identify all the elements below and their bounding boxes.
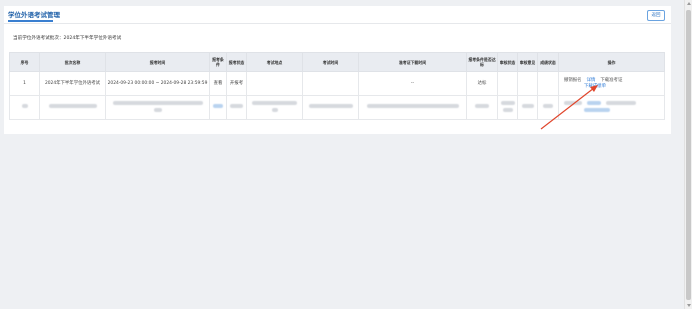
column-header: 报考条件	[209, 52, 227, 72]
audit-opinion-cell	[517, 71, 538, 96]
table-header-row: 序号 批次名称 报考时间 报考条件 报考状态 考试地点 考试时间 准考证下载时间…	[9, 52, 665, 72]
exam-table: 序号 批次名称 报考时间 报考条件 报考状态 考试地点 考试时间 准考证下载时间…	[9, 52, 665, 120]
row-index: 1	[9, 71, 40, 96]
page-title: 学位外语考试管理	[8, 11, 60, 19]
download-ticket-link[interactable]: 下载准考证	[600, 78, 622, 83]
redacted-cell	[466, 95, 498, 120]
table-row: 1 2024年下半年学位外语考试 2024-09-23 00:00:00 ~ 2…	[9, 71, 665, 96]
page-header: 学位外语考试管理 返回	[4, 6, 671, 24]
redacted-cell	[209, 95, 227, 120]
redacted-cell	[537, 95, 559, 120]
redacted-cell	[517, 95, 538, 120]
qualified-cell: 达标	[466, 71, 498, 96]
apply-time-cell: 2024-09-23 00:00:00 ~ 2024-09-28 23:59:5…	[105, 71, 210, 96]
current-batch-label: 当前学位外语考试批次：	[13, 36, 64, 41]
score-status-cell	[537, 71, 559, 96]
redacted-cell	[302, 95, 359, 120]
column-header: 报考条件是否达标	[466, 52, 498, 72]
column-header: 审核状态	[497, 52, 518, 72]
column-header: 批次名称	[39, 52, 106, 72]
redacted-cell	[497, 95, 518, 120]
scroll-up-arrow-icon[interactable]	[687, 2, 691, 5]
column-header: 成绩状态	[537, 52, 559, 72]
view-condition-link[interactable]: 查看	[209, 71, 227, 96]
redacted-cell	[9, 95, 40, 120]
title-underline	[8, 20, 53, 22]
column-header: 报考状态	[226, 52, 247, 72]
download-transcript-link[interactable]: 下载成绩单	[584, 84, 606, 89]
column-header: 考试地点	[246, 52, 303, 72]
cancel-application-button[interactable]: 撤销报名	[564, 78, 582, 83]
column-header: 报考时间	[105, 52, 210, 72]
redacted-cell	[246, 95, 303, 120]
column-header: 考试时间	[302, 52, 359, 72]
column-header: 操作	[558, 52, 665, 72]
current-batch-line: 当前学位外语考试批次：2024年下半年学位外语考试	[13, 35, 121, 41]
redacted-cell	[39, 95, 106, 120]
scroll-thumb[interactable]	[686, 10, 691, 300]
scroll-down-arrow-icon[interactable]	[687, 304, 691, 307]
column-header: 准考证下载时间	[358, 52, 467, 72]
batch-name-cell: 2024年下半年学位外语考试	[39, 71, 106, 96]
exam-time-cell	[302, 71, 359, 96]
table-row-redacted	[9, 95, 665, 120]
column-header: 审核意见	[517, 52, 538, 72]
exam-place-cell	[246, 71, 303, 96]
redacted-cell	[105, 95, 210, 120]
ticket-download-time-cell: --	[358, 71, 467, 96]
audit-status-cell	[497, 71, 518, 96]
details-link[interactable]: 详情	[587, 78, 596, 83]
back-button[interactable]: 返回	[647, 10, 665, 21]
vertical-scrollbar[interactable]	[684, 0, 692, 309]
redacted-cell	[226, 95, 247, 120]
apply-status-cell: 开报考	[226, 71, 247, 96]
redacted-cell	[358, 95, 467, 120]
current-batch-value: 2024年下半年学位外语考试	[63, 36, 122, 41]
column-header: 序号	[9, 52, 40, 72]
redacted-actions	[558, 95, 665, 120]
row-actions: 撤销报名 详情 下载准考证 下载成绩单	[558, 71, 665, 96]
